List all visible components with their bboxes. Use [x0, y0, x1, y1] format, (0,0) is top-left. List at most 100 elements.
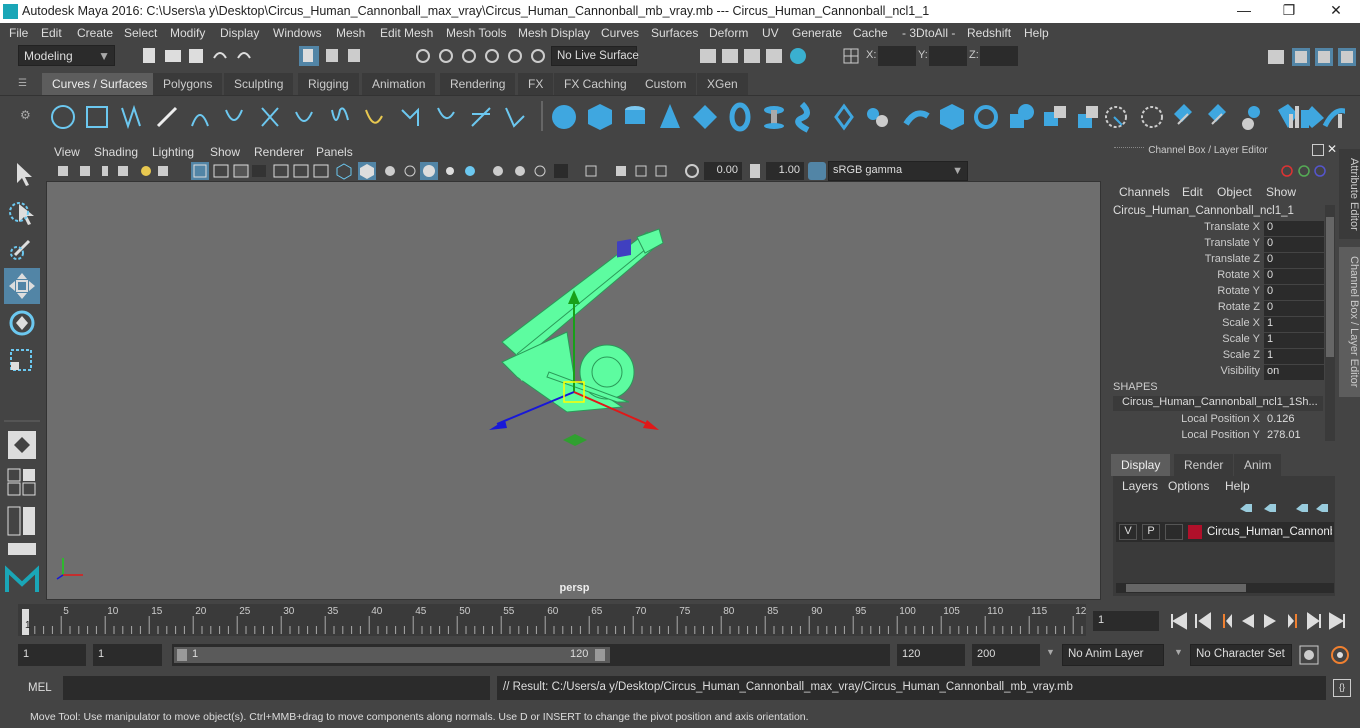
end-time-field[interactable]: 200: [972, 644, 1040, 666]
viewport-toolbar-icons[interactable]: [54, 162, 704, 180]
menu-windows[interactable]: Windows: [273, 26, 322, 40]
scene-view[interactable]: [47, 182, 1102, 601]
attr-translate-y-value[interactable]: 0: [1264, 237, 1324, 252]
viewport-menu-show[interactable]: Show: [210, 145, 240, 159]
mel-label[interactable]: MEL: [28, 682, 52, 694]
transform-constraint-icon[interactable]: [842, 46, 860, 66]
tab-attribute-editor[interactable]: Attribute Editor: [1339, 149, 1360, 239]
menu-edit-mesh[interactable]: Edit Mesh: [380, 26, 433, 40]
tab-sculpting[interactable]: Sculpting: [224, 73, 294, 95]
tab-render[interactable]: Render: [1174, 454, 1234, 476]
viewport-panel[interactable]: persp: [46, 181, 1101, 600]
cannon-model[interactable]: [501, 228, 664, 413]
local-position-x-value[interactable]: 0.126: [1264, 413, 1324, 428]
attr-visibility-value[interactable]: on: [1264, 365, 1324, 380]
range-slider-handle[interactable]: [174, 647, 610, 663]
surface-extra-icons[interactable]: [1285, 100, 1345, 134]
maximize-button[interactable]: ❐: [1279, 2, 1299, 20]
layer-visibility-toggle[interactable]: V: [1119, 524, 1137, 540]
time-slider[interactable]: 5 10 15 20 25 30 35 40 45 50 55 60 65 70 75 80 85 90 95 100…: [0, 602, 1360, 640]
single-view-layout-icon[interactable]: [5, 428, 39, 462]
menu-display[interactable]: Display: [220, 26, 259, 40]
show-menu[interactable]: Show: [1266, 185, 1296, 199]
anim-prefs-icons[interactable]: [1298, 644, 1354, 666]
local-position-y-value[interactable]: 278.01: [1264, 429, 1324, 444]
tab-fx[interactable]: FX: [518, 73, 554, 95]
channel-box-scrollbar[interactable]: [1325, 205, 1335, 441]
curve-tools-icons[interactable]: [46, 100, 536, 134]
four-view-layout-icon[interactable]: [7, 468, 37, 496]
edit-menu[interactable]: Edit: [1182, 185, 1203, 199]
current-frame-field[interactable]: 1: [1093, 611, 1159, 631]
menu-curves[interactable]: Curves: [601, 26, 639, 40]
attr-rotate-x-value[interactable]: 0: [1264, 269, 1324, 284]
viewport-menu-shading[interactable]: Shading: [94, 145, 138, 159]
layers-menu[interactable]: Layers: [1122, 479, 1158, 493]
paint-select-tool-icon[interactable]: [5, 231, 39, 265]
file-tools-icons[interactable]: [140, 46, 260, 66]
viewport-menu-renderer[interactable]: Renderer: [254, 145, 304, 159]
range-start-grip[interactable]: [177, 649, 187, 661]
select-tool-icon[interactable]: [5, 157, 39, 191]
menu-deform[interactable]: Deform: [709, 26, 748, 40]
tab-channel-box-layer-editor[interactable]: Channel Box / Layer Editor: [1339, 247, 1360, 397]
render-tools-icons[interactable]: [698, 46, 810, 66]
selection-tools-icons[interactable]: [298, 46, 548, 66]
tab-curves-surfaces[interactable]: Curves / Surfaces: [42, 73, 158, 95]
float-panel-icon[interactable]: [1312, 144, 1324, 156]
side-view-layout-icon[interactable]: [7, 506, 37, 536]
menu-mesh-tools[interactable]: Mesh Tools: [446, 26, 506, 40]
shape-name[interactable]: Circus_Human_Cannonball_ncl1_1Sh...: [1113, 396, 1323, 411]
channels-menu[interactable]: Channels: [1119, 185, 1170, 199]
outliner-layout-icon[interactable]: [7, 542, 37, 556]
menu-select[interactable]: Select: [124, 26, 157, 40]
anim-start-field[interactable]: 1: [93, 644, 162, 666]
attr-translate-z-value[interactable]: 0: [1264, 253, 1324, 268]
layer-type-toggle[interactable]: [1165, 524, 1183, 540]
channel-box-mode-icons[interactable]: [1280, 162, 1326, 180]
tab-fx-caching[interactable]: FX Caching: [554, 73, 637, 95]
scrollbar-thumb[interactable]: [1326, 217, 1334, 357]
tab-custom[interactable]: Custom: [635, 73, 697, 95]
menu-3dtoall[interactable]: - 3DtoAll -: [902, 26, 955, 40]
surface-tools-icons[interactable]: [548, 100, 1348, 134]
menu-generate[interactable]: Generate: [792, 26, 842, 40]
object-name[interactable]: Circus_Human_Cannonball_ncl1_1: [1113, 205, 1294, 217]
attr-scale-z-value[interactable]: 1: [1264, 349, 1324, 364]
live-surface-field[interactable]: No Live Surface: [551, 46, 639, 66]
move-tool-icon[interactable]: [5, 269, 39, 303]
attr-translate-x-value[interactable]: 0: [1264, 221, 1324, 236]
anim-layer-dropdown[interactable]: No Anim Layer: [1062, 644, 1164, 666]
menu-mesh-display[interactable]: Mesh Display: [518, 26, 590, 40]
command-input[interactable]: [63, 676, 490, 700]
y-field[interactable]: [929, 46, 967, 66]
shelf-menu-icon[interactable]: ☰: [18, 78, 30, 90]
tab-polygons[interactable]: Polygons: [153, 73, 223, 95]
character-set-dropdown[interactable]: No Character Set: [1190, 644, 1292, 666]
mode-dropdown[interactable]: Modeling ▼: [18, 45, 115, 66]
tab-rendering[interactable]: Rendering: [440, 73, 516, 95]
color-space-dropdown[interactable]: sRGB gamma ▼: [828, 161, 968, 181]
layer-color-swatch[interactable]: [1188, 525, 1202, 539]
x-field[interactable]: [878, 46, 916, 66]
rotate-tool-icon[interactable]: [5, 306, 39, 340]
tab-xgen[interactable]: XGen: [697, 73, 748, 95]
menu-surfaces[interactable]: Surfaces: [651, 26, 698, 40]
exposure-field[interactable]: 0.00: [704, 162, 742, 180]
layer-name[interactable]: Circus_Human_Cannonb: [1207, 526, 1332, 538]
viewport-menu-lighting[interactable]: Lighting: [152, 145, 194, 159]
menu-edit[interactable]: Edit: [41, 26, 62, 40]
hscroll-thumb[interactable]: [1126, 584, 1246, 592]
scale-tool-icon[interactable]: [5, 344, 39, 378]
menu-redshift[interactable]: Redshift: [967, 26, 1011, 40]
object-menu[interactable]: Object: [1217, 185, 1252, 199]
attr-scale-y-value[interactable]: 1: [1264, 333, 1324, 348]
layer-hscrollbar[interactable]: [1116, 583, 1334, 593]
attr-scale-x-value[interactable]: 1: [1264, 317, 1324, 332]
attr-rotate-z-value[interactable]: 0: [1264, 301, 1324, 316]
menu-uv[interactable]: UV: [762, 26, 779, 40]
menu-cache[interactable]: Cache: [853, 26, 888, 40]
options-menu[interactable]: Options: [1168, 479, 1209, 493]
tab-display[interactable]: Display: [1111, 454, 1171, 476]
close-panel-icon[interactable]: ✕: [1327, 142, 1337, 156]
